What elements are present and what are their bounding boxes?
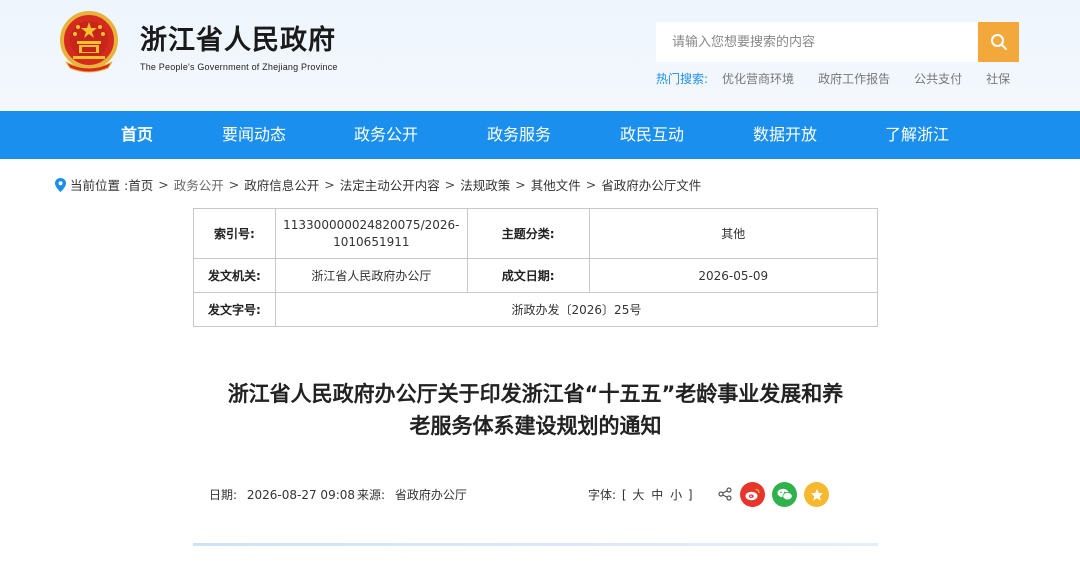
publish-date-value: 2026-08-27 09:08: [246, 488, 356, 502]
font-size-control: 字体: [ 大 中 小 ]: [588, 486, 693, 503]
weibo-share-button[interactable]: [740, 482, 765, 507]
breadcrumb-separator: >: [444, 177, 456, 192]
location-pin-icon: [55, 177, 66, 192]
hot-search: 热门搜索: 优化营商环境 政府工作报告 公共支付 社保: [656, 70, 1034, 87]
main-nav: 首页 要闻动态 政务公开 政务服务 政民互动 数据开放 了解浙江: [0, 111, 1080, 159]
breadcrumb-item[interactable]: 首页: [128, 175, 153, 194]
breadcrumb-item[interactable]: 法定主动公开内容: [340, 175, 440, 194]
content-divider: [193, 543, 878, 546]
breadcrumb-separator: >: [585, 177, 597, 192]
font-size-large[interactable]: 大: [632, 488, 644, 502]
hot-search-item[interactable]: 公共支付: [914, 70, 962, 87]
nav-item-gov-affairs[interactable]: 政务公开: [346, 111, 426, 159]
search-button[interactable]: [978, 22, 1019, 62]
breadcrumb-separator: >: [158, 177, 169, 192]
index-label: 索引号:: [193, 208, 276, 259]
nav-item-interaction[interactable]: 政民互动: [612, 111, 692, 159]
weibo-icon: [745, 488, 760, 501]
breadcrumb-item[interactable]: 政务公开: [174, 175, 224, 194]
source: 来源: 省政府办公厅: [357, 486, 467, 503]
site-header: 浙江省人民政府 The People's Government of Zheji…: [0, 0, 1080, 111]
hot-search-item[interactable]: 优化营商环境: [722, 70, 794, 87]
favorite-button[interactable]: [804, 482, 829, 507]
document-info-table: 索引号: 113300000024820075/2026- 1010651911…: [193, 208, 879, 327]
breadcrumb: 当前位置 : 首页 > 政务公开 > 政府信息公开 > 法定主动公开内容 > 法…: [55, 175, 701, 194]
national-emblem-icon[interactable]: [58, 10, 120, 74]
breadcrumb-item[interactable]: 法规政策: [460, 175, 510, 194]
search-input[interactable]: [656, 22, 978, 62]
font-size-label: 字体:: [588, 488, 617, 502]
breadcrumb-item[interactable]: 政府信息公开: [244, 175, 319, 194]
nav-item-open-data[interactable]: 数据开放: [745, 111, 825, 159]
publish-date-label: 日期:: [209, 488, 238, 502]
font-size-small[interactable]: 小: [670, 488, 682, 502]
date-written-label: 成文日期:: [466, 258, 590, 293]
share-icon: [718, 487, 732, 501]
document-title-line1: 浙江省人民政府办公厅关于印发浙江省“十五五”老龄事业发展和养: [227, 382, 844, 406]
doc-number-value: 浙政办发〔2026〕25号: [274, 292, 879, 327]
index-value-line2: 1010651911: [333, 234, 410, 249]
hot-search-label: 热门搜索:: [656, 72, 709, 86]
search-icon: [990, 34, 1007, 50]
nav-item-news[interactable]: 要闻动态: [214, 111, 294, 159]
wechat-share-button[interactable]: [772, 482, 797, 507]
breadcrumb-item[interactable]: 其他文件: [531, 175, 581, 194]
font-size-open-bracket: [: [621, 488, 627, 502]
site-title[interactable]: 浙江省人民政府: [140, 18, 336, 57]
source-label: 来源:: [357, 488, 386, 502]
nav-item-services[interactable]: 政务服务: [479, 111, 559, 159]
doc-number-label: 发文字号:: [193, 292, 276, 327]
favorite-icon: [810, 488, 823, 500]
breadcrumb-item[interactable]: 省政府办公厅文件: [601, 175, 701, 194]
index-value-line1: 113300000024820075/2026-: [283, 217, 460, 232]
publish-date: 日期: 2026-08-27 09:08: [209, 486, 355, 503]
breadcrumb-separator: >: [515, 177, 526, 192]
breadcrumb-separator: >: [228, 177, 240, 192]
nav-item-about[interactable]: 了解浙江: [877, 111, 957, 159]
wechat-icon: [777, 488, 793, 501]
document-title-line2: 老服务体系建设规划的通知: [409, 414, 662, 438]
index-value: 113300000024820075/2026- 1010651911: [274, 208, 468, 259]
site-subtitle: The People's Government of Zhejiang Prov…: [140, 62, 338, 72]
breadcrumb-prefix: 当前位置 :: [70, 178, 129, 193]
date-written-value: 2026-05-09: [588, 258, 879, 293]
nav-item-home[interactable]: 首页: [106, 111, 168, 159]
hot-search-item[interactable]: 社保: [986, 70, 1010, 87]
topic-value: 其他: [588, 208, 879, 259]
source-value: 省政府办公厅: [394, 488, 467, 502]
document-title: 浙江省人民政府办公厅关于印发浙江省“十五五”老龄事业发展和养 老服务体系建设规划…: [193, 378, 878, 442]
topic-label: 主题分类:: [466, 208, 590, 259]
breadcrumb-separator: >: [324, 177, 335, 192]
issuer-value: 浙江省人民政府办公厅: [274, 258, 468, 293]
hot-search-item[interactable]: 政府工作报告: [818, 70, 890, 87]
font-size-medium[interactable]: 中: [651, 488, 663, 502]
font-size-close-bracket: ]: [687, 488, 693, 502]
issuer-label: 发文机关:: [193, 258, 276, 293]
